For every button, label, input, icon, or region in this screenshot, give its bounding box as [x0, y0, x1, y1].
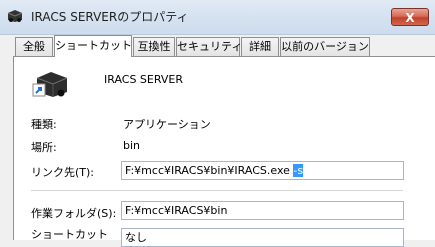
- tab-details[interactable]: 詳細: [241, 37, 279, 56]
- target-selected-text: -s: [293, 164, 304, 177]
- hotkey-field[interactable]: なし: [121, 228, 404, 247]
- tab-shortcut[interactable]: ショートカット: [54, 35, 132, 57]
- startin-label: 作業フォルダ(S):: [31, 207, 117, 220]
- tab-security[interactable]: セキュリティ: [176, 37, 242, 56]
- target-value: F:¥mcc¥IRACS¥bin¥IRACS.exe: [125, 164, 290, 177]
- type-label: 種類:: [31, 118, 57, 131]
- shortcut-name: IRACS SERVER: [104, 73, 184, 86]
- target-field[interactable]: F:¥mcc¥IRACS¥bin¥IRACS.exe -s: [121, 161, 404, 180]
- tab-compatibility[interactable]: 互換性: [133, 37, 175, 56]
- title-bar: IRACS SERVERのプロパティ X: [0, 0, 435, 35]
- location-label: 場所:: [31, 141, 57, 154]
- startin-field[interactable]: F:¥mcc¥IRACS¥bin: [121, 201, 404, 220]
- startin-value: F:¥mcc¥IRACS¥bin: [125, 204, 228, 217]
- hotkey-value: なし: [125, 231, 147, 244]
- server-shortcut-icon: [32, 72, 68, 97]
- application-icon: [7, 10, 23, 22]
- target-label: リンク先(T):: [31, 166, 95, 179]
- divider: [31, 190, 403, 191]
- type-value: アプリケーション: [123, 118, 211, 131]
- tab-strip: 全般 ショートカット 互換性 セキュリティ 詳細 以前のバージョン: [0, 35, 435, 57]
- window-title: IRACS SERVERのプロパティ: [31, 10, 189, 24]
- tab-previous-versions[interactable]: 以前のバージョン: [280, 37, 370, 56]
- tab-general[interactable]: 全般: [15, 37, 53, 56]
- close-button[interactable]: X: [391, 8, 429, 26]
- location-value: bin: [123, 139, 141, 152]
